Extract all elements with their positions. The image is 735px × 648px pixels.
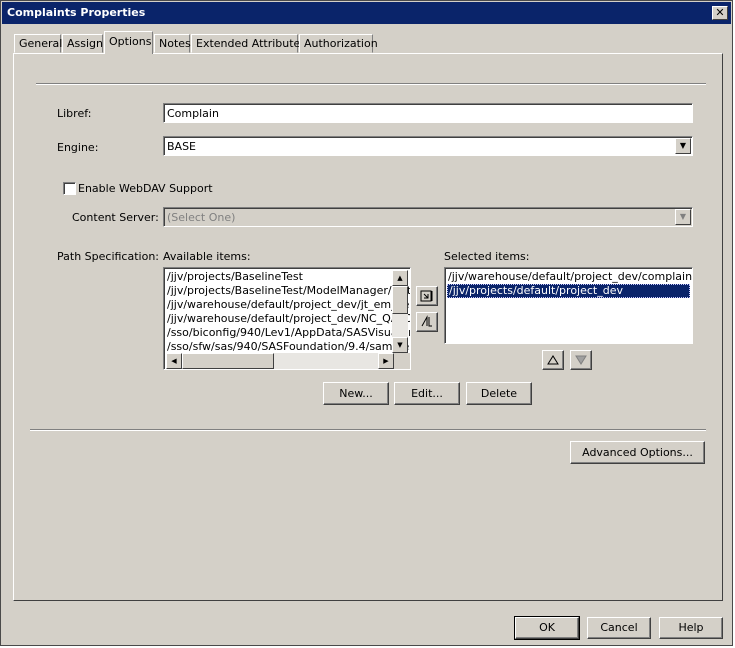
libref-value: Complain [167,107,219,120]
available-items-list[interactable]: /jjv/projects/BaselineTest /jjv/projects… [163,267,411,370]
tab-extended-attributes[interactable]: Extended Attributes [191,34,306,53]
tab-options[interactable]: Options [104,31,153,54]
bottom-divider [30,429,706,431]
content-server-select: (Select One) ▼ [163,207,693,227]
advanced-options-button[interactable]: Advanced Options... [570,441,705,464]
ok-button[interactable]: OK [514,616,580,640]
move-right-icon [420,290,433,302]
available-horizontal-scrollbar[interactable]: ◀ ▶ [166,353,394,369]
triangle-up-icon [547,355,559,365]
triangle-down-icon [575,355,587,365]
available-items-header: Available items: [163,250,251,263]
tab-notes[interactable]: Notes [154,34,191,53]
list-item[interactable]: /jjv/projects/BaselineTest [166,270,303,284]
list-item[interactable]: /sso/biconfig/940/Lev1/AppData/SASVisual… [166,326,410,340]
list-item[interactable]: /jjv/warehouse/default/project_dev/NC_QA… [166,312,410,326]
tab-assign[interactable]: Assign [62,34,103,53]
content-server-label: Content Server: [72,211,159,224]
content-server-value: (Select One) [167,211,236,224]
move-right-button[interactable] [416,286,438,306]
scroll-up-arrow-icon[interactable]: ▲ [392,270,408,286]
scroll-down-arrow-icon[interactable]: ▼ [392,337,408,353]
cancel-button[interactable]: Cancel [587,617,651,639]
close-button[interactable]: ✕ [712,6,728,20]
help-button[interactable]: Help [659,617,723,639]
move-down-button [570,350,592,370]
webdav-label: Enable WebDAV Support [78,182,213,195]
scroll-right-arrow-icon[interactable]: ▶ [378,353,394,369]
move-up-button[interactable] [542,350,564,370]
selected-items-list[interactable]: /jjv/warehouse/default/project_dev/compl… [444,267,693,344]
window-title: Complaints Properties [7,6,146,19]
options-panel: Libref: Complain Engine: BASE ▼ Enable W… [13,53,723,601]
available-vertical-scrollbar[interactable]: ▲ ▼ [392,270,408,353]
vertical-scroll-thumb[interactable] [392,286,408,314]
scroll-left-arrow-icon[interactable]: ◀ [166,353,182,369]
move-left-button[interactable] [416,312,438,332]
list-item[interactable]: /sso/sfw/sas/940/SASFoundation/9.4/sampl… [166,340,410,354]
title-bar[interactable]: Complaints Properties ✕ [2,2,731,24]
tab-general[interactable]: General [14,34,62,53]
move-left-icon [421,315,432,327]
webdav-checkbox[interactable] [63,182,76,195]
list-item[interactable]: /jjv/projects/BaselineTest/ModelManager/… [166,284,410,298]
top-divider [36,83,706,85]
libref-input[interactable]: Complain [163,103,693,123]
horizontal-scroll-thumb[interactable] [182,353,274,369]
engine-dropdown-arrow-icon[interactable]: ▼ [675,138,691,154]
new-button[interactable]: New... [323,382,389,405]
engine-select[interactable]: BASE ▼ [163,136,693,156]
list-item[interactable]: /jjv/warehouse/default/project_dev/compl… [447,270,692,284]
engine-value: BASE [167,140,197,153]
scroll-corner [394,353,410,369]
list-item-selected[interactable]: /jjv/projects/default/project_dev [447,284,690,298]
libref-label: Libref: [57,107,92,120]
list-item[interactable]: /jjv/warehouse/default/project_dev/jt_em… [166,298,410,312]
selected-items-header: Selected items: [444,250,530,263]
content-server-dropdown-arrow-icon: ▼ [675,209,691,225]
properties-dialog: Complaints Properties ✕ General Assign O… [0,0,733,646]
edit-button[interactable]: Edit... [394,382,460,405]
engine-label: Engine: [57,141,99,154]
tab-authorization[interactable]: Authorization [299,34,378,53]
delete-button[interactable]: Delete [466,382,532,405]
path-spec-label: Path Specification: [57,250,159,263]
